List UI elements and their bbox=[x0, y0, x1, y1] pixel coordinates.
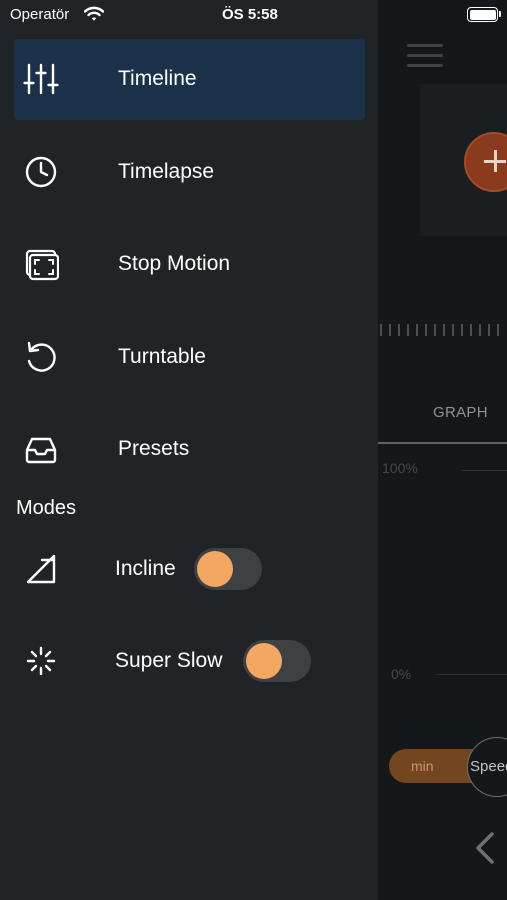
tick-mark bbox=[434, 324, 436, 336]
toggle-knob bbox=[197, 551, 233, 587]
modes-heading: Modes bbox=[16, 497, 77, 519]
speed-button[interactable]: Speed bbox=[467, 737, 507, 797]
hamburger-menu-icon[interactable] bbox=[407, 44, 443, 68]
tick-mark bbox=[380, 324, 382, 336]
mode-row-incline: Incline bbox=[0, 544, 378, 594]
menu-item-timelapse[interactable]: Timelapse bbox=[14, 132, 365, 213]
tick-mark bbox=[461, 324, 463, 336]
plus-icon-vertical bbox=[494, 150, 497, 172]
tick-mark bbox=[398, 324, 400, 336]
menu-item-stop-motion[interactable]: Stop Motion bbox=[14, 224, 365, 305]
chevron-left-icon[interactable] bbox=[470, 828, 506, 868]
clock-icon bbox=[25, 156, 57, 188]
tick-mark bbox=[416, 324, 418, 336]
mode-row-super-slow: Super Slow bbox=[0, 636, 378, 686]
menu-item-label: Presets bbox=[118, 437, 190, 460]
battery-icon bbox=[467, 7, 498, 22]
menu-item-turntable[interactable]: Turntable bbox=[14, 317, 365, 398]
mode-label: Incline bbox=[115, 557, 176, 580]
frame-icon bbox=[25, 249, 59, 281]
tab-underline bbox=[378, 442, 507, 444]
tick-mark bbox=[425, 324, 427, 336]
graph-min-line bbox=[436, 674, 507, 675]
menu-item-presets[interactable]: Presets bbox=[14, 409, 365, 490]
tick-mark bbox=[452, 324, 454, 336]
graph-max-line bbox=[462, 470, 507, 471]
wifi-icon bbox=[84, 6, 104, 21]
toggle-knob bbox=[246, 643, 282, 679]
tick-mark bbox=[470, 324, 472, 336]
incline-icon bbox=[26, 554, 56, 584]
super-slow-toggle[interactable] bbox=[243, 640, 311, 682]
mode-label: Super Slow bbox=[115, 649, 223, 672]
sliders-icon bbox=[23, 63, 59, 95]
carrier-label: Operatör bbox=[10, 6, 70, 23]
tick-mark bbox=[443, 324, 445, 336]
tick-mark bbox=[479, 324, 481, 336]
menu-item-label: Timelapse bbox=[118, 160, 215, 183]
tick-mark bbox=[407, 324, 409, 336]
scrubber-ticks[interactable] bbox=[380, 324, 507, 338]
rotate-icon bbox=[27, 341, 56, 372]
menu-item-label: Turntable bbox=[118, 345, 206, 368]
tick-mark bbox=[497, 324, 499, 336]
inbox-icon bbox=[25, 437, 57, 464]
spinner-icon bbox=[26, 646, 56, 676]
graph-min-label: 0% bbox=[391, 666, 412, 682]
menu-item-timeline[interactable]: Timeline bbox=[14, 39, 365, 120]
menu-item-label: Timeline bbox=[118, 67, 197, 90]
incline-toggle[interactable] bbox=[194, 548, 262, 590]
battery-tip bbox=[499, 11, 501, 17]
tab-graph[interactable]: GRAPH bbox=[433, 404, 488, 421]
graph-max-label: 100% bbox=[382, 460, 418, 476]
tick-mark bbox=[488, 324, 490, 336]
menu-item-label: Stop Motion bbox=[118, 252, 231, 275]
tick-mark bbox=[389, 324, 391, 336]
status-time: ÖS 5:58 bbox=[222, 6, 278, 23]
